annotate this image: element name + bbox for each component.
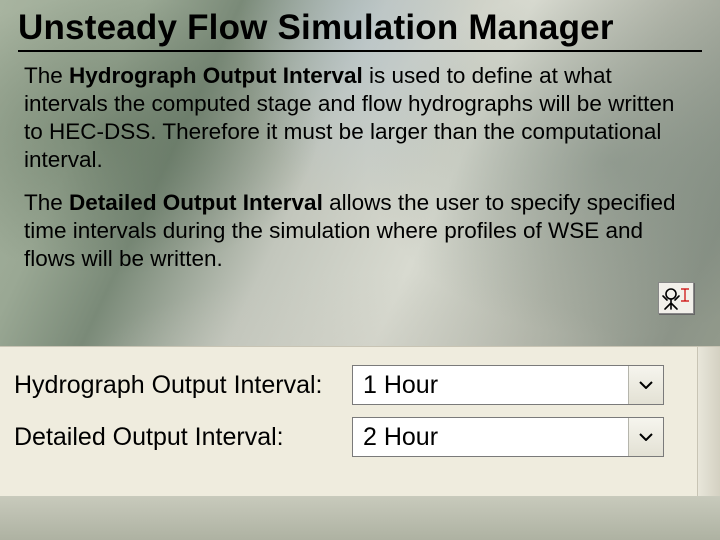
page-title: Unsteady Flow Simulation Manager [18, 8, 702, 52]
dropdown-button[interactable] [628, 366, 663, 404]
slide: Unsteady Flow Simulation Manager The Hyd… [0, 0, 720, 540]
paragraph-detailed: The Detailed Output Interval allows the … [24, 189, 696, 273]
text: The [24, 63, 69, 88]
dropdown-button[interactable] [628, 418, 663, 456]
slide-footer [0, 496, 720, 540]
bold-term-detailed: Detailed Output Interval [69, 190, 323, 215]
label-hydrograph-interval: Hydrograph Output Interval: [14, 371, 352, 400]
paragraph-hydrograph: The Hydrograph Output Interval is used t… [24, 62, 696, 175]
slide-content: Unsteady Flow Simulation Manager The Hyd… [0, 0, 720, 273]
combo-hydrograph-interval[interactable]: 1 Hour [352, 365, 664, 405]
bold-term-hydrograph: Hydrograph Output Interval [69, 63, 363, 88]
settings-panel: Hydrograph Output Interval: 1 Hour Detai… [0, 346, 720, 496]
chevron-down-icon [639, 433, 653, 441]
pdf-icon[interactable] [658, 282, 694, 314]
combo-value: 2 Hour [353, 423, 628, 452]
label-detailed-interval: Detailed Output Interval: [14, 423, 352, 452]
row-hydrograph-interval: Hydrograph Output Interval: 1 Hour [14, 365, 712, 405]
chevron-down-icon [639, 381, 653, 389]
combo-detailed-interval[interactable]: 2 Hour [352, 417, 664, 457]
combo-value: 1 Hour [353, 371, 628, 400]
row-detailed-interval: Detailed Output Interval: 2 Hour [14, 417, 712, 457]
text: The [24, 190, 69, 215]
